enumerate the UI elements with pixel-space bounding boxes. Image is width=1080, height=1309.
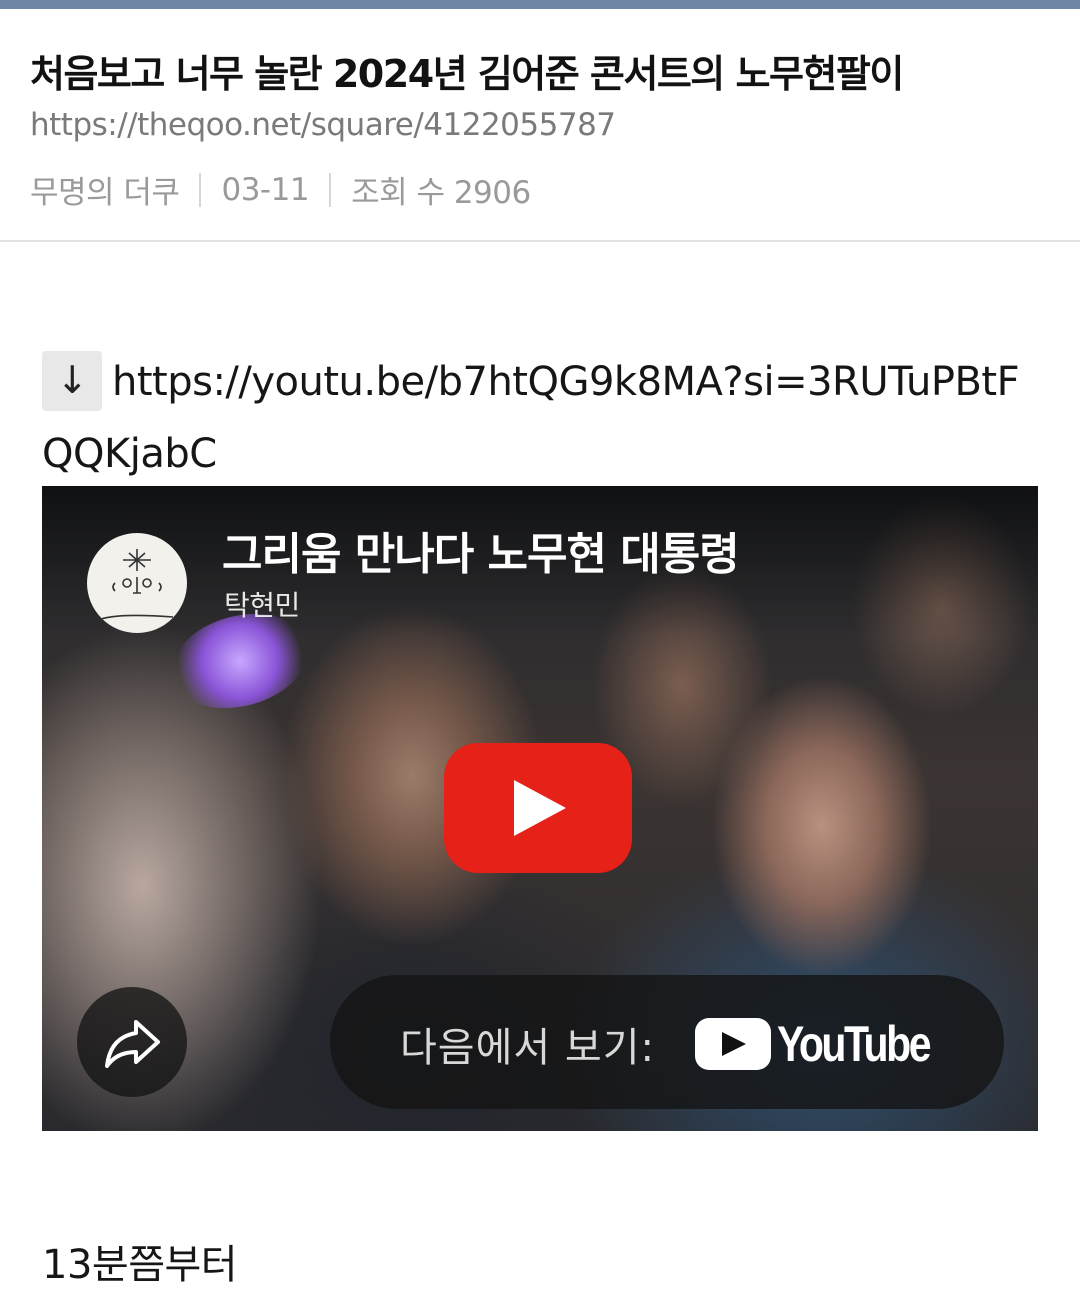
- down-arrow-icon: ↓: [42, 351, 102, 411]
- youtube-link[interactable]: https://youtu.be/b7htQG9k8MA?si=3RUTuPBt…: [42, 359, 1020, 477]
- share-icon: [105, 1020, 160, 1068]
- post-header: 처음보고 너무 놀란 2024년 김어준 콘서트의 노무현팔이 https://…: [0, 9, 1080, 242]
- view-count: 조회 수 2906: [351, 175, 531, 211]
- channel-name[interactable]: 탁현민: [224, 584, 300, 624]
- watch-on-youtube-button[interactable]: 다음에서 보기: YouTube: [330, 975, 1004, 1109]
- meta-divider: [199, 172, 202, 207]
- post-title: 처음보고 너무 놀란 2024년 김어준 콘서트의 노무현팔이: [30, 52, 904, 96]
- post-date: 03-11: [221, 171, 310, 208]
- post-body-text: 13분쯤부터: [42, 1242, 238, 1288]
- youtube-wordmark: YouTube: [777, 1016, 932, 1072]
- youtube-play-icon: [695, 1018, 771, 1070]
- post-url-link[interactable]: https://theqoo.net/square/4122055787: [30, 107, 616, 143]
- meta-divider: [329, 172, 332, 207]
- youtube-logo: YouTube: [695, 1015, 962, 1073]
- post-meta: 무명의 더쿠 03-11 조회 수 2906: [30, 167, 531, 212]
- avatar-drawing-icon: [100, 549, 174, 620]
- top-accent-bar: [0, 0, 1080, 9]
- play-icon: [514, 780, 566, 836]
- author-name[interactable]: 무명의 더쿠: [30, 167, 180, 212]
- channel-avatar[interactable]: [87, 533, 187, 633]
- video-embed[interactable]: 그리움 만나다 노무현 대통령 탁현민 다음에서 보기: YouTube: [42, 486, 1038, 1131]
- content-link-paragraph: ↓ https://youtu.be/b7htQG9k8MA?si=3RUTuPB…: [42, 346, 1042, 490]
- video-title[interactable]: 그리움 만나다 노무현 대통령: [222, 518, 740, 582]
- share-button[interactable]: [77, 987, 187, 1097]
- play-button[interactable]: [444, 743, 632, 873]
- watch-on-label: 다음에서 보기:: [400, 1025, 655, 1071]
